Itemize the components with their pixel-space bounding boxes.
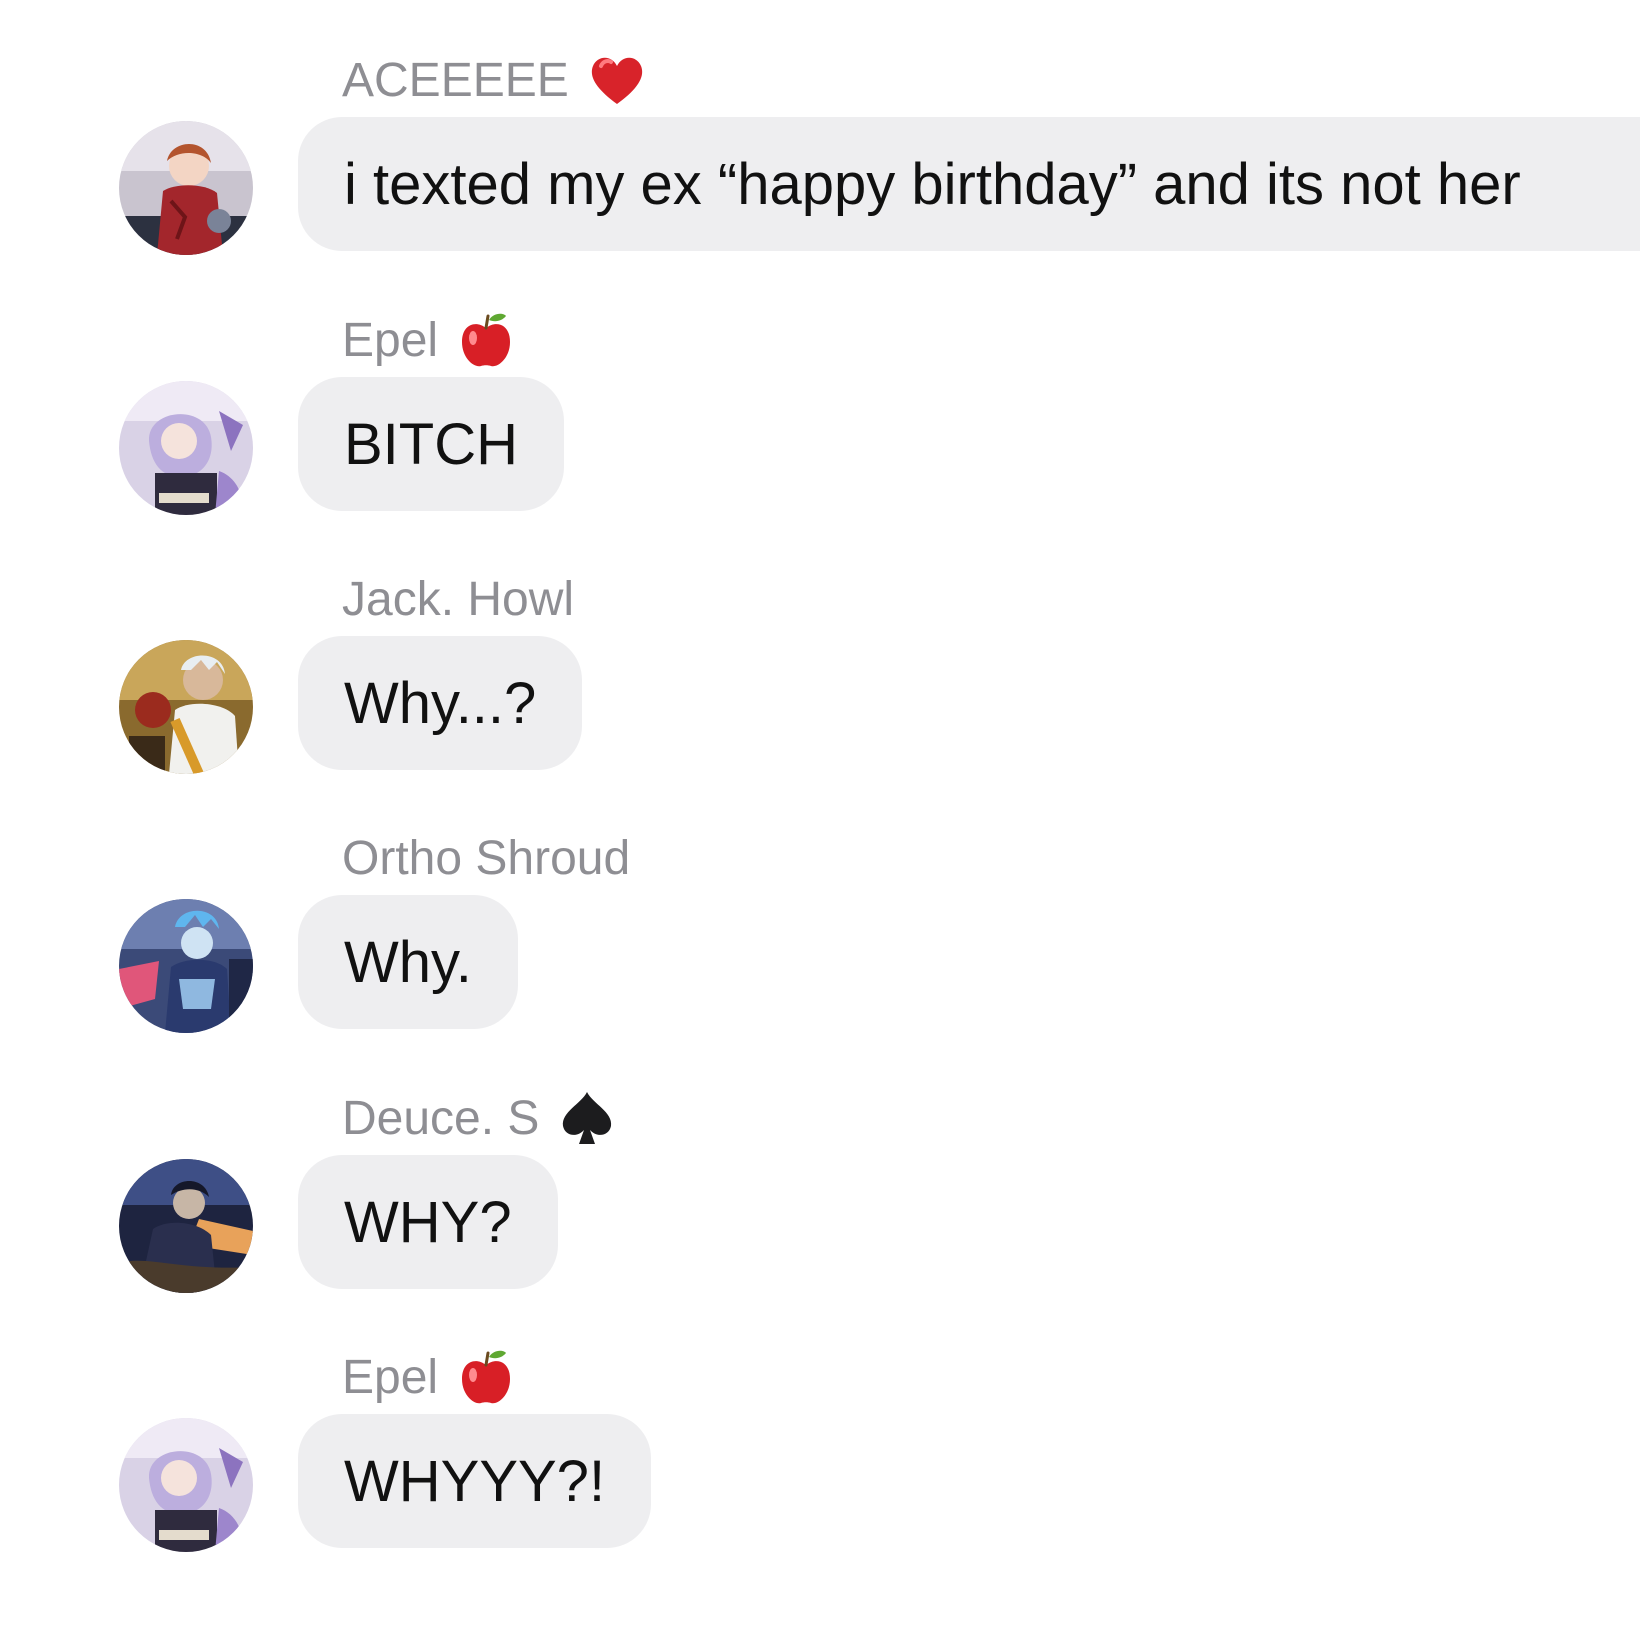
avatar-ace[interactable] <box>119 121 253 255</box>
sender-name[interactable]: Jack. Howl <box>342 572 574 627</box>
message-bubble[interactable]: i texted my ex “happy birthday” and its … <box>298 117 1640 251</box>
sender-name[interactable]: Epel <box>342 313 438 368</box>
sender-line: Jack. Howl <box>342 569 574 629</box>
avatar-deuce[interactable] <box>119 1159 253 1293</box>
message-row: Jack. Howl Why...? <box>0 569 1640 799</box>
sender-line: Epel <box>342 1347 516 1407</box>
sender-line: ACEEEEE <box>342 50 647 110</box>
chat-transcript[interactable]: ACEEEEE i texted my ex “happy birthday” … <box>0 0 1640 1632</box>
message-text: WHYYY?! <box>344 1448 606 1514</box>
message-row: Epel BITCH <box>0 310 1640 540</box>
avatar-epel[interactable] <box>119 1418 253 1552</box>
message-row: Deuce. S WHY? <box>0 1088 1640 1318</box>
avatar-ortho[interactable] <box>119 899 253 1033</box>
sender-line: Epel <box>342 310 516 370</box>
message-bubble[interactable]: BITCH <box>298 377 564 511</box>
message-bubble[interactable]: WHYYY?! <box>298 1414 652 1548</box>
sender-line: Deuce. S <box>342 1088 617 1148</box>
apple-icon <box>456 1347 516 1407</box>
avatar-epel[interactable] <box>119 381 253 515</box>
spade-icon <box>557 1088 617 1148</box>
sender-name[interactable]: Deuce. S <box>342 1091 539 1146</box>
message-row: Ortho Shroud Why. <box>0 828 1640 1058</box>
message-text: Why...? <box>344 670 537 736</box>
message-text: i texted my ex “happy birthday” and its … <box>344 151 1521 217</box>
avatar-jack[interactable] <box>119 640 253 774</box>
message-text: Why. <box>344 929 472 995</box>
message-row: Epel WHYYY?! <box>0 1347 1640 1577</box>
sender-name[interactable]: Ortho Shroud <box>342 831 630 886</box>
sender-name[interactable]: Epel <box>342 1350 438 1405</box>
heart-icon <box>587 50 647 110</box>
message-bubble[interactable]: WHY? <box>298 1155 558 1289</box>
sender-line: Ortho Shroud <box>342 828 630 888</box>
message-bubble[interactable]: Why. <box>298 895 518 1029</box>
sender-name[interactable]: ACEEEEE <box>342 53 569 108</box>
message-row: ACEEEEE i texted my ex “happy birthday” … <box>0 50 1640 280</box>
message-text: BITCH <box>344 411 518 477</box>
apple-icon <box>456 310 516 370</box>
message-text: WHY? <box>344 1189 512 1255</box>
message-bubble[interactable]: Why...? <box>298 636 583 770</box>
